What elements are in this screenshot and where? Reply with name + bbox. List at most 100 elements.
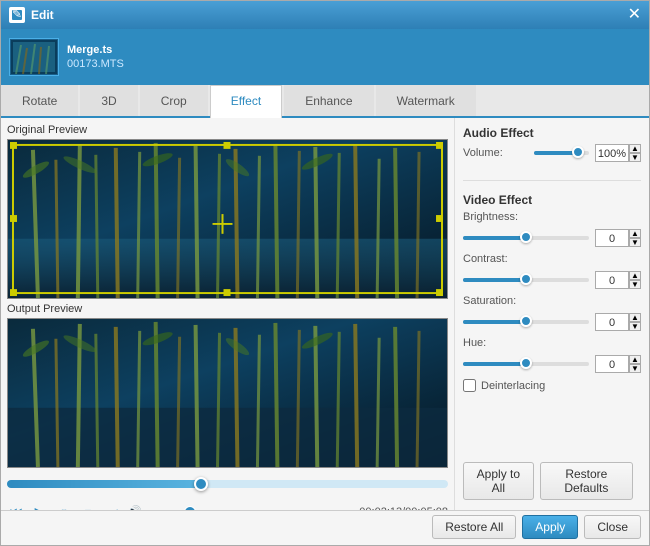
brightness-slider[interactable] (463, 236, 589, 240)
saturation-row: Saturation: (463, 295, 641, 307)
output-preview-canvas (7, 318, 448, 468)
apply-button[interactable]: Apply (522, 515, 578, 539)
contrast-slider-fill (463, 278, 526, 282)
saturation-label: Saturation: (463, 295, 528, 307)
contrast-spin-down[interactable]: ▼ (629, 280, 641, 289)
saturation-slider[interactable] (463, 320, 589, 324)
hue-spin-down[interactable]: ▼ (629, 364, 641, 373)
tab-rotate[interactable]: Rotate (1, 85, 78, 116)
pause-button[interactable]: ⏸ (55, 503, 73, 510)
brightness-spin-buttons: ▲ ▼ (629, 229, 641, 247)
brightness-row: Brightness: (463, 211, 641, 223)
tab-crop[interactable]: Crop (140, 85, 208, 116)
brightness-slider-thumb[interactable] (520, 231, 532, 243)
title-bar: ✎ Edit ✕ (1, 1, 649, 29)
saturation-spin-buttons: ▲ ▼ (629, 313, 641, 331)
hue-control-row: 0 ▲ ▼ (463, 355, 641, 373)
tab-effect[interactable]: Effect (210, 85, 282, 118)
app-icon: ✎ (9, 7, 25, 23)
preview-section: Original Preview (1, 118, 454, 510)
hue-row: Hue: (463, 337, 641, 349)
file-info: Merge.ts 00173.MTS (67, 44, 124, 70)
saturation-spin-up[interactable]: ▲ (629, 313, 641, 322)
brightness-spinner: 0 ▲ ▼ (595, 229, 641, 247)
brightness-spin-up[interactable]: ▲ (629, 229, 641, 238)
contrast-label: Contrast: (463, 253, 528, 265)
skip-back-button[interactable]: ⏮ (7, 503, 25, 510)
volume-spin-up[interactable]: ▲ (629, 144, 641, 153)
volume-slider-thumb[interactable] (572, 146, 584, 158)
brightness-control-row: 0 ▲ ▼ (463, 229, 641, 247)
contrast-slider-thumb[interactable] (520, 273, 532, 285)
contrast-spin-up[interactable]: ▲ (629, 271, 641, 280)
hue-spin-up[interactable]: ▲ (629, 355, 641, 364)
file-bar: Merge.ts 00173.MTS (1, 29, 649, 85)
brightness-spin-down[interactable]: ▼ (629, 238, 641, 247)
original-preview-label: Original Preview (7, 124, 448, 136)
volume-thumb[interactable] (184, 506, 196, 510)
volume-spin-down[interactable]: ▼ (629, 153, 641, 162)
contrast-value[interactable]: 0 (595, 271, 629, 289)
controls-row: ⏮ ▶ ⏸ ⏹ ⏭ 🔊 00:02:13/00:05:08 (7, 500, 448, 510)
seekbar-thumb[interactable] (194, 477, 208, 491)
volume-value[interactable]: 100% (595, 144, 629, 162)
output-preview-block: Output Preview (7, 303, 448, 468)
hue-value[interactable]: 0 (595, 355, 629, 373)
seekbar-area (7, 472, 448, 496)
deinterlacing-checkbox[interactable] (463, 379, 476, 392)
saturation-spinner: 0 ▲ ▼ (595, 313, 641, 331)
apply-to-all-button[interactable]: Apply to All (463, 462, 534, 500)
contrast-row: Contrast: (463, 253, 641, 265)
stop-button[interactable]: ⏹ (79, 503, 97, 510)
brightness-value[interactable]: 0 (595, 229, 629, 247)
saturation-value[interactable]: 0 (595, 313, 629, 331)
right-panel: Audio Effect Volume: 100% ▲ ▼ (454, 118, 649, 510)
hue-slider-thumb[interactable] (520, 357, 532, 369)
saturation-spin-down[interactable]: ▼ (629, 322, 641, 331)
video-section: Video Effect Brightness: 0 ▲ ▼ (463, 193, 641, 392)
output-image (8, 319, 447, 467)
bottom-buttons: Restore All Apply Close (1, 510, 649, 545)
volume-slider-panel[interactable] (534, 151, 589, 155)
seekbar-fill (7, 480, 201, 488)
close-button[interactable]: Close (584, 515, 641, 539)
restore-all-button[interactable]: Restore All (432, 515, 516, 539)
hue-slider-fill (463, 362, 526, 366)
original-preview-canvas (7, 139, 448, 299)
original-preview-block: Original Preview (7, 124, 448, 299)
section-divider-1 (463, 180, 641, 181)
contrast-slider[interactable] (463, 278, 589, 282)
spacer (463, 400, 641, 450)
file-secondary-name: 00173.MTS (67, 58, 124, 70)
tab-3d[interactable]: 3D (80, 85, 137, 116)
saturation-control-row: 0 ▲ ▼ (463, 313, 641, 331)
svg-text:✎: ✎ (12, 9, 22, 21)
contrast-control-row: 0 ▲ ▼ (463, 271, 641, 289)
volume-label: Volume: (463, 147, 528, 159)
tab-enhance[interactable]: Enhance (284, 85, 373, 116)
close-window-button[interactable]: ✕ (628, 7, 641, 23)
hue-spinner: 0 ▲ ▼ (595, 355, 641, 373)
brightness-label: Brightness: (463, 211, 528, 223)
hue-spin-buttons: ▲ ▼ (629, 355, 641, 373)
video-section-title: Video Effect (463, 193, 641, 207)
skip-forward-button[interactable]: ⏭ (103, 503, 121, 510)
restore-defaults-button[interactable]: Restore Defaults (540, 462, 633, 500)
top-action-buttons: Apply to All Restore Defaults (463, 458, 641, 502)
tab-watermark[interactable]: Watermark (376, 85, 476, 116)
audio-section: Audio Effect Volume: 100% ▲ ▼ (463, 126, 641, 168)
brightness-slider-fill (463, 236, 526, 240)
volume-row: Volume: 100% ▲ ▼ (463, 144, 641, 162)
volume-spinner: 100% ▲ ▼ (595, 144, 641, 162)
volume-spin-buttons: ▲ ▼ (629, 144, 641, 162)
play-button[interactable]: ▶ (31, 503, 49, 510)
deinterlacing-row: Deinterlacing (463, 379, 641, 392)
saturation-slider-fill (463, 320, 526, 324)
saturation-slider-thumb[interactable] (520, 315, 532, 327)
output-preview-label: Output Preview (7, 303, 448, 315)
contrast-spin-buttons: ▲ ▼ (629, 271, 641, 289)
seekbar-track[interactable] (7, 480, 448, 488)
title-bar-left: ✎ Edit (9, 7, 54, 23)
window-title: Edit (31, 8, 54, 22)
hue-slider[interactable] (463, 362, 589, 366)
